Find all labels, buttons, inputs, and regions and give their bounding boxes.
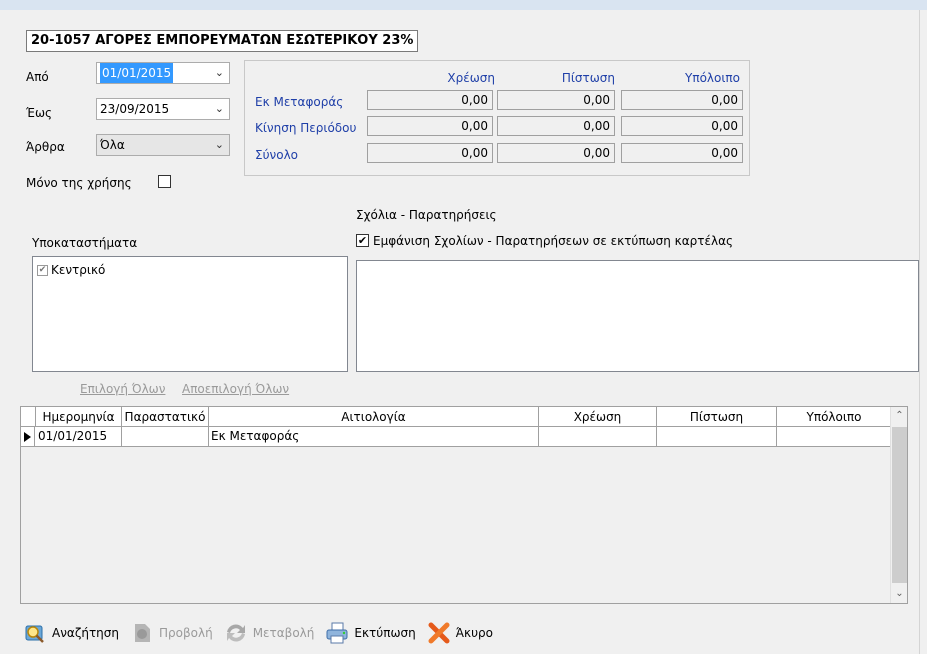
cell-balance[interactable] — [777, 427, 892, 446]
chevron-down-icon[interactable]: ⌄ — [215, 99, 224, 119]
from-label: Από — [26, 70, 49, 84]
only-year-label: Μόνο της χρήσης — [26, 176, 132, 190]
column-header-reason[interactable]: Αιτιολογία — [209, 407, 539, 427]
totals-cell: 0,00 — [367, 116, 493, 136]
view-icon — [129, 620, 155, 646]
vertical-scrollbar[interactable]: ⌃ ⌄ — [890, 407, 907, 603]
deselect-all-link[interactable]: Αποεπιλογή Όλων — [182, 382, 289, 396]
search-button[interactable]: Αναζήτηση — [22, 620, 119, 646]
totals-cell: 0,00 — [497, 143, 615, 163]
transactions-grid[interactable]: Ημερομηνία Παραστατικό Αιτιολογία Χρέωση… — [20, 406, 908, 604]
account-title: 20-1057 ΑΓΟΡΕΣ ΕΜΠΟΡΕΥΜΑΤΩΝ ΕΣΩΤΕΡΙΚΟΥ 2… — [26, 30, 419, 52]
to-date-picker[interactable]: 23/09/2015 ⌄ — [96, 98, 230, 120]
totals-row-label: Κίνηση Περιόδου — [255, 121, 357, 135]
totals-cell: 0,00 — [367, 90, 493, 110]
cell-reason[interactable]: Εκ Μεταφοράς — [209, 427, 539, 446]
totals-cell: 0,00 — [621, 143, 743, 163]
window-top-strip — [0, 0, 927, 10]
bottom-toolbar: Αναζήτηση Προβολή Μεταβολή Εκτύπωση Άκυρ… — [22, 618, 503, 648]
scroll-down-icon[interactable]: ⌄ — [891, 585, 908, 603]
only-year-checkbox[interactable] — [158, 175, 171, 188]
cell-debit[interactable] — [539, 427, 657, 446]
comments-textarea[interactable] — [356, 260, 919, 372]
totals-cell: 0,00 — [497, 116, 615, 136]
branches-list[interactable]: ✔ Κεντρικό — [32, 256, 348, 372]
grid-header: Ημερομηνία Παραστατικό Αιτιολογία Χρέωση… — [21, 407, 892, 427]
totals-panel: Χρέωση Πίστωση Υπόλοιπο Εκ Μεταφοράς 0,0… — [244, 60, 750, 176]
to-date-value: 23/09/2015 — [100, 102, 170, 116]
chevron-down-icon[interactable]: ⌄ — [215, 135, 224, 155]
cell-date[interactable]: 01/01/2015 — [36, 427, 122, 446]
show-comments-label: Εμφάνιση Σχολίων - Παρατηρήσεων σε εκτύπ… — [373, 234, 734, 248]
cancel-label: Άκυρο — [455, 626, 493, 640]
show-comments-checkbox[interactable]: ✔ — [356, 234, 369, 247]
totals-header-balance: Υπόλοιπο — [685, 71, 740, 85]
print-button[interactable]: Εκτύπωση — [324, 620, 416, 646]
totals-cell: 0,00 — [621, 116, 743, 136]
articles-select[interactable]: Όλα ⌄ — [96, 134, 230, 156]
select-all-link[interactable]: Επιλογή Όλων — [80, 382, 165, 396]
from-date-value: 01/01/2015 — [100, 63, 174, 83]
current-row-icon — [21, 427, 35, 447]
comments-label: Σχόλια - Παρατηρήσεις — [356, 208, 497, 222]
column-header-document[interactable]: Παραστατικό — [122, 407, 209, 427]
branch-label: Κεντρικό — [51, 263, 106, 277]
articles-label: Άρθρα — [26, 140, 65, 154]
cell-document[interactable] — [122, 427, 209, 446]
branches-label: Υποκαταστήματα — [32, 236, 138, 250]
column-header-date[interactable]: Ημερομηνία — [36, 407, 122, 427]
row-indicator-header — [21, 407, 36, 427]
edit-icon — [223, 620, 249, 646]
articles-value: Όλα — [100, 138, 125, 152]
window-right-edge — [919, 10, 927, 654]
close-icon — [426, 620, 452, 646]
edit-label: Μεταβολή — [252, 626, 315, 640]
to-label: Έως — [26, 106, 53, 120]
totals-cell: 0,00 — [621, 90, 743, 110]
view-label: Προβολή — [159, 626, 213, 640]
column-header-debit[interactable]: Χρέωση — [539, 407, 657, 427]
totals-cell: 0,00 — [367, 143, 493, 163]
column-header-balance[interactable]: Υπόλοιπο — [777, 407, 892, 427]
scroll-thumb[interactable] — [892, 427, 907, 583]
scroll-up-icon[interactable]: ⌃ — [891, 407, 908, 425]
column-header-credit[interactable]: Πίστωση — [657, 407, 777, 427]
printer-icon — [324, 620, 350, 646]
cancel-button[interactable]: Άκυρο — [426, 620, 493, 646]
chevron-down-icon[interactable]: ⌄ — [215, 63, 224, 83]
list-item[interactable]: ✔ Κεντρικό — [37, 263, 105, 277]
branch-checkbox[interactable]: ✔ — [37, 264, 48, 276]
totals-row-label: Σύνολο — [255, 148, 299, 162]
from-date-picker[interactable]: 01/01/2015 ⌄ — [96, 62, 230, 84]
cell-credit[interactable] — [657, 427, 777, 446]
totals-cell: 0,00 — [497, 90, 615, 110]
totals-header-credit: Πίστωση — [561, 71, 615, 85]
totals-header-debit: Χρέωση — [447, 71, 495, 85]
print-label: Εκτύπωση — [354, 626, 416, 640]
totals-row-label: Εκ Μεταφοράς — [255, 95, 344, 109]
view-button[interactable]: Προβολή — [129, 620, 213, 646]
edit-button[interactable]: Μεταβολή — [223, 620, 315, 646]
table-row[interactable]: 01/01/2015 Εκ Μεταφοράς — [21, 427, 892, 447]
search-icon — [22, 620, 48, 646]
search-label: Αναζήτηση — [52, 626, 119, 640]
